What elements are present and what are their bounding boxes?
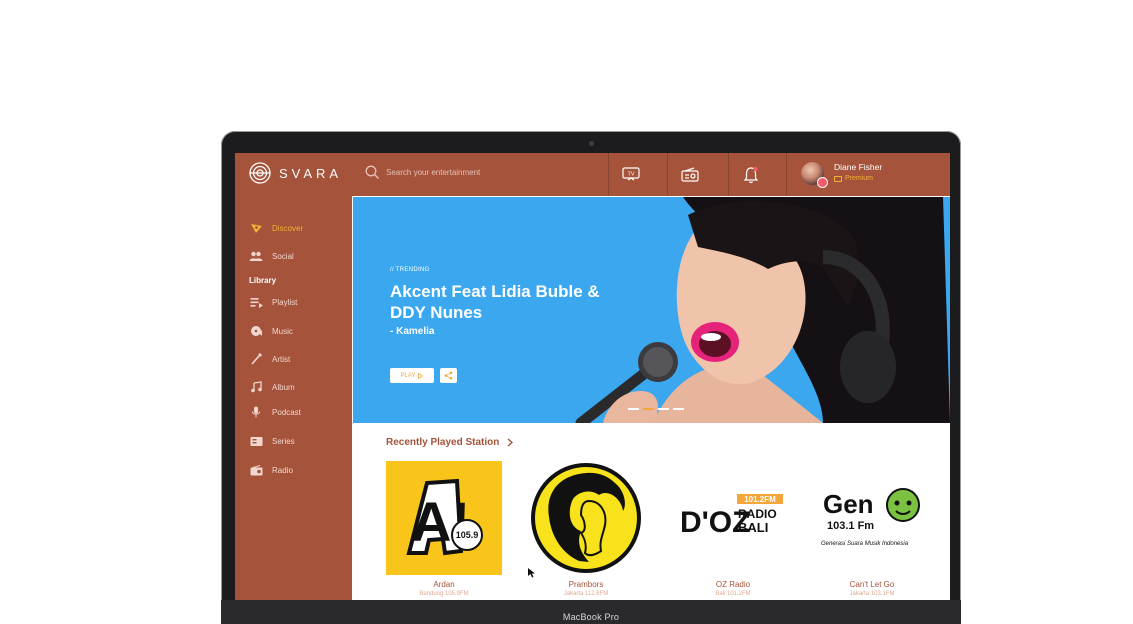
share-button[interactable]: [440, 368, 457, 383]
tv-button[interactable]: TV: [608, 153, 653, 196]
share-icon: [444, 371, 453, 380]
station-frequency: Jakarta 103.1FM: [849, 591, 895, 597]
svg-text:TV: TV: [627, 172, 634, 178]
brand-logo[interactable]: SVARA: [249, 162, 342, 184]
gen-logo-caption: Generasi Suara Musik Indonesia: [821, 541, 909, 547]
station-frequency: Jakarta 112.6FM: [563, 591, 609, 597]
sidebar-item-playlist[interactable]: Playlist: [249, 296, 297, 308]
bell-icon: [743, 166, 759, 183]
hero-banner[interactable]: // TRENDING Akcent Feat Lidia Buble & DD…: [353, 197, 950, 423]
radio-icon: [249, 464, 263, 476]
laptop-base: MacBook Pro: [221, 600, 961, 624]
music-icon: [249, 325, 263, 337]
user-tier: Premium: [845, 175, 874, 182]
sidebar-item-label: Radio: [272, 465, 293, 475]
recently-played-header[interactable]: Recently Played Station: [386, 437, 514, 448]
sidebar-item-social[interactable]: Social: [249, 250, 294, 262]
prambors-logo-icon: [531, 463, 641, 573]
play-label: PLAY: [400, 372, 416, 379]
series-icon: [249, 435, 263, 447]
station-logo: Gen 103.1 Fm Generasi Suara Musik Indone…: [814, 461, 930, 575]
camera-icon: [589, 141, 594, 146]
user-profile[interactable]: Diane Fisher Premium: [786, 153, 950, 196]
user-name: Diane Fisher: [834, 162, 883, 172]
station-name: Prambors: [568, 580, 604, 589]
carousel-dot[interactable]: [673, 408, 684, 410]
status-badge: [817, 177, 828, 188]
svg-text:RADIO: RADIO: [738, 507, 777, 521]
album-icon: [249, 381, 263, 393]
gen-logo-text: Gen: [823, 489, 874, 519]
station-frequency: Bandung 105.9FM: [419, 591, 469, 597]
tv-icon: TV: [622, 167, 640, 181]
sidebar-item-label: Discover: [272, 223, 304, 233]
play-icon: [418, 372, 424, 379]
sidebar-item-label: Series: [272, 436, 295, 446]
svg-text:BALI: BALI: [738, 520, 768, 535]
sidebar-item-discover[interactable]: Discover: [249, 222, 303, 234]
station-name: Ardan: [433, 580, 455, 589]
station-card-gen-fm[interactable]: Gen 103.1 Fm Generasi Suara Musik Indone…: [814, 461, 930, 597]
station-logo: A! 105.9: [386, 461, 502, 575]
carousel-dot[interactable]: [628, 408, 639, 410]
sidebar-item-series[interactable]: Series: [249, 435, 295, 447]
podcast-icon: [249, 406, 263, 418]
sidebar-item-artist[interactable]: Artist: [249, 353, 290, 365]
hero-subtitle: - Kamelia: [390, 326, 435, 337]
sidebar-item-label: Podcast: [272, 407, 301, 417]
section-title: Recently Played Station: [386, 437, 500, 448]
sidebar-item-podcast[interactable]: Podcast: [249, 406, 301, 418]
library-heading: Library: [249, 276, 277, 285]
sidebar-item-label: Artist: [272, 354, 291, 364]
ardan-logo-freq: 105.9: [456, 530, 479, 540]
ardan-logo-icon: A! 105.9: [406, 478, 483, 556]
sidebar: Discover Social Library Playlist Music A…: [235, 196, 352, 600]
brand-name: SVARA: [279, 165, 343, 181]
artist-icon: [249, 353, 263, 365]
play-button[interactable]: PLAY: [390, 368, 434, 383]
search-input[interactable]: Search your entertainment: [386, 168, 480, 177]
discover-icon: [249, 222, 263, 234]
radio-icon: [681, 167, 699, 182]
station-name: Can't Let Go: [849, 580, 895, 589]
sidebar-item-radio[interactable]: Radio: [249, 464, 293, 476]
playlist-icon: [249, 296, 263, 308]
carousel-dot[interactable]: [658, 408, 669, 410]
station-logo: D'OZ 101.2FM RADIO BALI: [675, 461, 791, 575]
sidebar-item-music[interactable]: Music: [249, 325, 293, 337]
sidebar-item-label: Music: [272, 326, 293, 336]
station-name: OZ Radio: [715, 580, 751, 589]
notifications-button[interactable]: [728, 153, 773, 196]
svg-text:101.2FM: 101.2FM: [744, 495, 776, 504]
oz-radio-logo-icon: D'OZ 101.2FM RADIO BALI: [680, 494, 783, 539]
social-icon: [249, 250, 263, 262]
station-card-oz-radio[interactable]: D'OZ 101.2FM RADIO BALI OZ Radio Bali 10…: [675, 461, 791, 597]
search-icon: [365, 165, 379, 179]
device-label: MacBook Pro: [562, 612, 620, 622]
sidebar-item-album[interactable]: Album: [249, 381, 295, 393]
svara-logo-icon: [249, 162, 271, 184]
hero-title: Akcent Feat Lidia Buble & DDY Nunes: [390, 282, 600, 322]
app-screen: SVARA Search your entertainment TV Diane…: [235, 153, 950, 600]
sidebar-item-label: Album: [272, 382, 295, 392]
main-content: // TRENDING Akcent Feat Lidia Buble & DD…: [352, 196, 950, 600]
chevron-right-icon: [507, 438, 514, 447]
station-frequency: Bali 101.2FM: [715, 591, 751, 597]
gen-fm-logo-icon: Gen 103.1 Fm Generasi Suara Musik Indone…: [821, 488, 920, 547]
station-logo: [528, 461, 644, 575]
carousel-indicator: [628, 408, 684, 410]
hero-tag: // TRENDING: [390, 267, 430, 273]
search-bar[interactable]: Search your entertainment: [365, 165, 480, 180]
mouse-cursor-icon: [528, 568, 535, 578]
sidebar-item-label: Social: [272, 251, 294, 261]
top-bar: SVARA Search your entertainment TV Diane…: [235, 153, 950, 196]
station-card-ardan[interactable]: A! 105.9 Ardan Bandung 105.9FM: [386, 461, 502, 597]
premium-icon: [834, 176, 842, 182]
station-card-prambors[interactable]: Prambors Jakarta 112.6FM: [528, 461, 644, 597]
sidebar-item-label: Playlist: [272, 297, 298, 307]
carousel-dot-active[interactable]: [643, 408, 654, 410]
gen-logo-freq: 103.1 Fm: [827, 520, 874, 532]
radio-button[interactable]: [667, 153, 712, 196]
